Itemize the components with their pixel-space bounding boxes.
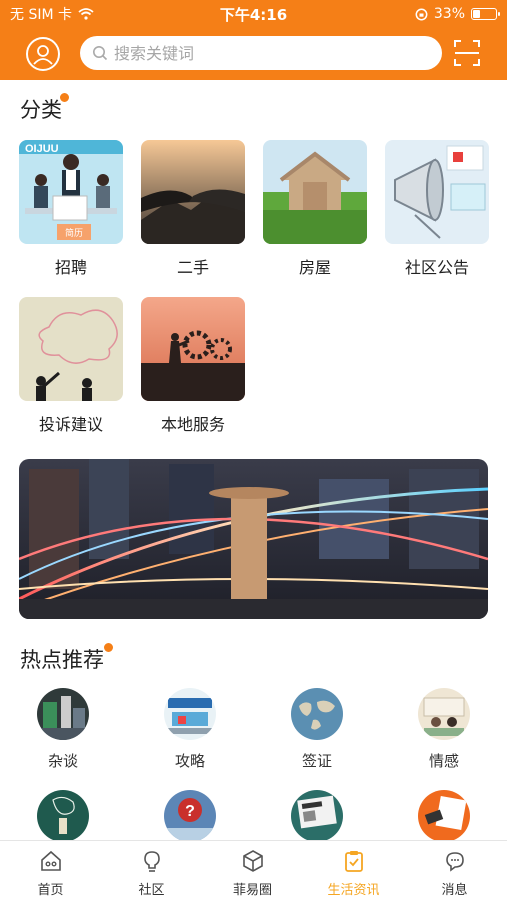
category-community-notice[interactable]: 社区公告 (385, 140, 489, 278)
category-section-title: 分类 (20, 98, 62, 122)
recruit-image: OIJUU 简历 (19, 140, 123, 244)
hot-item-label: 攻略 (174, 752, 205, 770)
hot-item-7[interactable] (277, 790, 357, 842)
svg-text:OIJUU: OIJUU (25, 143, 59, 155)
hot-item-chat[interactable]: 杂谈 (23, 688, 103, 771)
house-image (263, 140, 367, 244)
handshake-image (141, 140, 245, 244)
hot-item-emotion[interactable]: 情感 (404, 688, 484, 771)
hot-section-title: 热点推荐 (20, 648, 104, 672)
tab-label: 菲易圈 (232, 883, 272, 898)
svg-text:?: ? (185, 803, 195, 820)
category-label: 社区公告 (404, 258, 469, 277)
scan-icon (454, 40, 480, 66)
gears-image (141, 297, 245, 401)
search-box[interactable] (80, 36, 442, 70)
category-recruit[interactable]: OIJUU 简历 招聘 (19, 140, 123, 278)
category-complaint[interactable]: 投诉建议 (19, 297, 123, 435)
category-second-hand[interactable]: 二手 (141, 140, 245, 278)
header-bar (0, 28, 507, 80)
hot-dot-badge (103, 642, 114, 653)
profile-button[interactable] (26, 37, 60, 71)
hot-item-label: 签证 (301, 752, 332, 770)
category-local-service[interactable]: 本地服务 (141, 297, 245, 435)
tab-circle[interactable]: 菲易圈 (202, 841, 303, 901)
hot-item-visa[interactable]: 签证 (277, 688, 357, 771)
category-housing[interactable]: 房屋 (263, 140, 367, 278)
search-icon (93, 46, 108, 61)
category-label: 投诉建议 (38, 415, 103, 434)
recruit-badge-text: 简历 (65, 227, 83, 239)
hot-item-guide[interactable]: 攻略 (150, 688, 230, 771)
home-icon (40, 850, 61, 871)
category-label: 二手 (176, 258, 209, 277)
tab-messages[interactable]: 消息 (404, 841, 505, 901)
hot-item-image (418, 688, 470, 740)
tab-life-news[interactable]: 生活资讯 (303, 841, 404, 901)
chat-bubble-icon (445, 852, 464, 872)
status-right: 33% (415, 6, 500, 22)
search-input[interactable] (114, 43, 414, 63)
hot-item-8[interactable] (404, 790, 484, 842)
tab-label: 社区 (138, 883, 165, 898)
category-label: 招聘 (54, 258, 87, 277)
category-dot-badge (59, 92, 70, 103)
battery-percent: 33% (433, 6, 465, 22)
tab-home[interactable]: 首页 (0, 841, 101, 901)
category-label: 本地服务 (160, 415, 225, 434)
complaint-image (19, 297, 123, 401)
hot-item-image (37, 688, 89, 740)
promo-banner[interactable] (19, 459, 488, 619)
hot-item-label: 情感 (428, 752, 459, 770)
cube-icon (242, 850, 263, 872)
hot-item-image (291, 688, 343, 740)
hot-item-label: 杂谈 (47, 752, 78, 770)
hot-item-image: ? (164, 790, 216, 842)
scan-button[interactable] (452, 38, 482, 68)
category-label: 房屋 (298, 258, 331, 277)
hot-item-image (291, 790, 343, 842)
hot-item-image (37, 790, 89, 842)
battery-icon (471, 8, 500, 20)
hot-item-6[interactable]: ? (150, 790, 230, 842)
tab-label: 首页 (37, 883, 64, 898)
clipboard-check-icon (344, 851, 363, 872)
hot-item-image (164, 688, 216, 740)
tab-community[interactable]: 社区 (101, 841, 202, 901)
tab-label: 消息 (441, 883, 468, 898)
hot-item-5[interactable] (23, 790, 103, 842)
user-icon (33, 45, 53, 65)
bottom-tab-bar: 首页 社区 菲易圈 生活资讯 消息 (0, 840, 507, 900)
rotation-lock-icon (415, 8, 428, 20)
tab-label: 生活资讯 (327, 883, 380, 898)
notice-image (385, 140, 489, 244)
status-bar: 无 SIM 卡 下午4:16 33% (0, 0, 507, 28)
lightbulb-icon (143, 851, 160, 872)
hot-item-image (418, 790, 470, 842)
